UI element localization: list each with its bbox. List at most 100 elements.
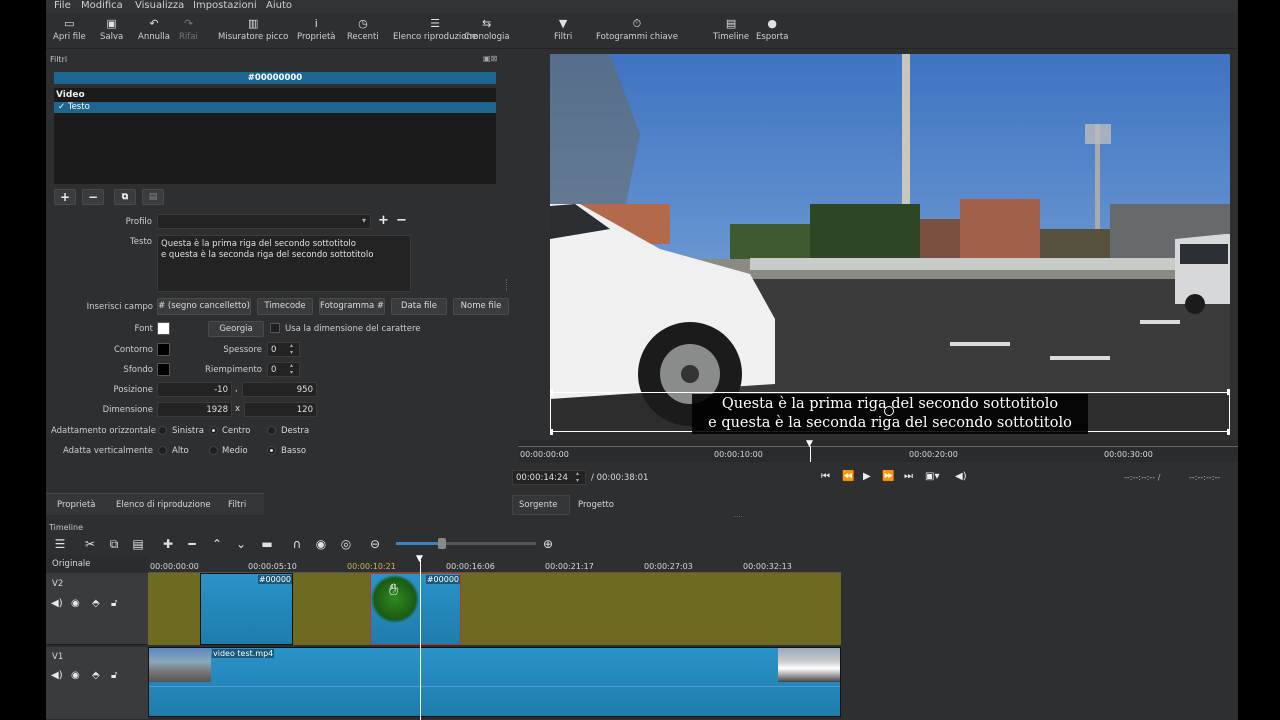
toolbar-button-history[interactable]: ⇆ Cronologia — [464, 16, 510, 42]
splitter-handle[interactable]: ···· — [734, 513, 743, 521]
zoom-out-icon[interactable]: ⊖ — [367, 537, 383, 551]
skip-previous-icon[interactable]: ⏮ — [821, 471, 830, 482]
ripple-icon[interactable]: ◎ — [338, 537, 354, 551]
text-clip[interactable]: #00000 — [200, 573, 293, 645]
panel-float-close-icon[interactable]: ▣⊠ — [483, 54, 497, 63]
cut-icon[interactable]: ✂ — [82, 537, 98, 551]
menu-view[interactable]: Visualizza — [135, 0, 184, 12]
scrub-icon[interactable]: ◉ — [313, 537, 329, 551]
lock-icon[interactable]: 🔓︎ — [111, 598, 117, 609]
padding-spin-arrows-icon[interactable]: ▴ ▾ — [290, 362, 293, 376]
add-preset-button[interactable]: + — [378, 213, 389, 228]
tab-properties[interactable]: Proprietà — [57, 500, 96, 510]
skip-next-icon[interactable]: ⏭ — [904, 471, 913, 482]
insert-filename-button[interactable]: Nome file — [453, 298, 509, 315]
video-clip[interactable]: video test.mp4 — [148, 647, 841, 717]
toolbar-button-keyframes[interactable]: ⏱ Fotogrammi chiave — [596, 16, 678, 42]
zoom-slider-handle[interactable] — [438, 538, 446, 549]
volume-icon[interactable]: ◀) — [955, 471, 967, 482]
toolbar-button-clock[interactable]: ◷ Recenti — [347, 16, 379, 42]
insert-hash-button[interactable]: # (segno cancelletto) — [157, 298, 251, 315]
zoom-slider[interactable] — [396, 538, 536, 549]
background-color-swatch[interactable] — [157, 363, 170, 376]
halign-center-radio[interactable] — [209, 426, 218, 435]
toolbar-button-timeline[interactable]: ▤ Timeline — [713, 16, 749, 42]
rewind-icon[interactable]: ⏪ — [842, 471, 854, 482]
halign-left-radio[interactable] — [158, 426, 167, 435]
resize-handle[interactable] — [550, 389, 553, 395]
toolbar-button-save[interactable]: ▣ Salva — [100, 16, 123, 42]
copy-filter-button[interactable]: ⧉ — [114, 189, 136, 205]
snap-icon[interactable]: ∩ — [289, 537, 305, 551]
zoom-in-icon[interactable]: ⊕ — [540, 537, 556, 551]
filter-item-text[interactable]: ✓ Testo — [54, 102, 496, 113]
menu-edit[interactable]: Modifica — [81, 0, 123, 12]
tab-playlist[interactable]: Elenco di riproduzione — [116, 500, 211, 510]
toolbar-button-redo[interactable]: ↷ Rifai — [179, 16, 198, 42]
font-button[interactable]: Georgia — [208, 321, 264, 337]
mute-icon[interactable]: ◀) — [51, 598, 63, 609]
timeline-playhead-icon[interactable]: ▼ — [416, 555, 426, 564]
toolbar-button-undo[interactable]: ↶ Annulla — [138, 16, 170, 42]
toolbar-button-filter[interactable]: ▼ Filtri — [554, 16, 572, 42]
text-clip-selected[interactable]: #00000 — [370, 573, 461, 645]
tab-source[interactable]: Sorgente — [519, 500, 558, 510]
resize-handle[interactable] — [1227, 429, 1230, 435]
filter-list[interactable]: Video ✓ Testo — [54, 88, 496, 184]
composite-icon[interactable]: ⬘ — [92, 670, 100, 681]
play-icon[interactable]: ▶ — [863, 471, 871, 482]
toolbar-button-export[interactable]: ● Esporta — [756, 16, 788, 42]
overwrite-icon[interactable]: ⌄ — [233, 537, 249, 551]
position-x-input[interactable]: -10 — [157, 382, 232, 397]
toolbar-button-open-file[interactable]: ▭ Apri file — [53, 16, 86, 42]
valign-middle-radio[interactable] — [209, 446, 218, 455]
time-spin-arrows-icon[interactable]: ▴ ▾ — [576, 470, 579, 484]
video-preview[interactable]: Questa è la prima riga del secondo sotto… — [550, 54, 1230, 438]
toolbar-button-peak-meter[interactable]: ▥ Misuratore picco — [218, 16, 288, 42]
size-width-input[interactable]: 1928 — [157, 402, 232, 417]
resize-grip[interactable] — [506, 279, 508, 291]
composite-icon[interactable]: ⬘ — [92, 598, 100, 609]
remove-icon[interactable]: ━ — [184, 537, 200, 551]
thickness-spin-arrows-icon[interactable]: ▴ ▾ — [290, 342, 293, 356]
font-color-swatch[interactable] — [157, 322, 170, 335]
padding-spinbox[interactable]: 0 — [267, 362, 300, 377]
tab-project[interactable]: Progetto — [578, 500, 614, 510]
tab-filters[interactable]: Filtri — [228, 500, 246, 510]
lock-icon[interactable]: 🔓︎ — [111, 670, 117, 681]
insert-frame-button[interactable]: Fotogramma # — [319, 298, 385, 315]
paste-filter-button[interactable]: ▤ — [142, 189, 164, 205]
fast-forward-icon[interactable]: ⏩ — [882, 471, 894, 482]
mute-icon[interactable]: ◀) — [51, 670, 63, 681]
copy-icon[interactable]: ⧉ — [106, 537, 122, 552]
anchor-point-icon[interactable] — [884, 406, 894, 416]
remove-preset-button[interactable]: − — [396, 213, 407, 228]
menu-help[interactable]: Aiuto — [266, 0, 292, 12]
size-height-input[interactable]: 120 — [244, 402, 317, 417]
lift-icon[interactable]: ⌃ — [209, 537, 225, 551]
valign-bottom-radio[interactable] — [267, 446, 276, 455]
remove-filter-button[interactable]: − — [82, 189, 104, 205]
insert-filedate-button[interactable]: Data file — [391, 298, 447, 315]
insert-timecode-button[interactable]: Timecode — [257, 298, 313, 315]
valign-top-radio[interactable] — [158, 446, 167, 455]
menu-settings[interactable]: Impostazioni — [193, 0, 257, 12]
halign-right-radio[interactable] — [267, 426, 276, 435]
outline-color-swatch[interactable] — [157, 343, 170, 356]
thickness-spinbox[interactable]: 0 — [267, 342, 300, 357]
eye-icon[interactable]: ◉ — [71, 598, 80, 609]
grid-toggle-icon[interactable]: ▣▾ — [925, 471, 939, 482]
paste-icon[interactable]: ▤ — [130, 537, 146, 551]
menu-file[interactable]: File — [54, 0, 71, 12]
eye-icon[interactable]: ◉ — [71, 670, 80, 681]
add-filter-button[interactable]: + — [54, 189, 76, 205]
resize-handle[interactable] — [1227, 389, 1230, 395]
menu-icon[interactable]: ☰ — [52, 537, 68, 551]
split-icon[interactable]: ▬ — [259, 537, 275, 551]
text-input[interactable]: Questa è la prima riga del secondo sotto… — [157, 235, 411, 292]
append-icon[interactable]: ✚ — [160, 537, 176, 551]
profile-select[interactable]: ▾ — [157, 214, 371, 229]
resize-handle[interactable] — [550, 429, 553, 435]
position-y-input[interactable]: 950 — [242, 382, 317, 397]
toolbar-button-info[interactable]: i Proprietà — [297, 16, 336, 42]
